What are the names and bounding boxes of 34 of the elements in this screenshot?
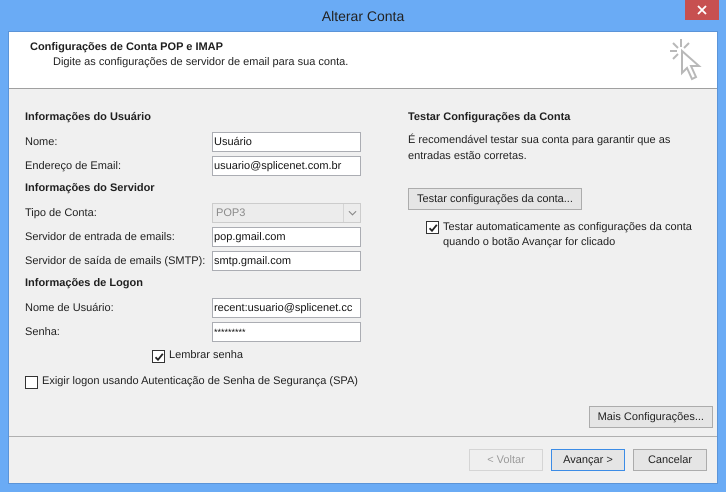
page-subtitle: Digite as configurações de servidor de email para sua conta. [52, 56, 348, 68]
field-label: Nome: [25, 136, 58, 148]
page-title: Configurações de Conta POP e IMAP [30, 41, 224, 53]
checkbox-label: Lembrar senha [169, 349, 243, 361]
close-icon [697, 5, 707, 15]
dialog-button[interactable]: Avançar > [551, 449, 625, 471]
field-label: Servidor de entrada de emails: [25, 231, 176, 243]
more-settings-button[interactable]: Mais Configurações... [588, 406, 713, 428]
checkbox-label: Testar automaticamente as configurações da conta quando o botão Avançar for clicado [443, 220, 693, 250]
section-heading: Testar Configurações da Conta [408, 110, 572, 125]
test-settings-button[interactable]: Testar configurações da conta... [408, 188, 582, 210]
chevron-down-icon [348, 210, 356, 216]
checkbox[interactable] [426, 221, 439, 234]
dialog-button[interactable]: Cancelar [633, 449, 707, 471]
input-field[interactable]: recent:usuario@splicenet.cc [212, 298, 361, 318]
password-field[interactable]: ********* [212, 322, 361, 342]
section-heading: Informações de Logon [25, 276, 144, 291]
window-title: Alterar Conta [322, 8, 404, 24]
checkbox[interactable] [25, 376, 38, 389]
close-button[interactable] [685, 0, 719, 20]
input-field[interactable]: pop.gmail.com [212, 227, 361, 247]
input-field[interactable]: smtp.gmail.com [212, 251, 361, 271]
description-text: É recomendável testar sua conta para garantir que as entradas estão corretas. [408, 132, 672, 164]
section-heading: Informações do Servidor [25, 181, 156, 196]
section-heading: Informações do Usuário [25, 110, 152, 125]
input-field[interactable]: Usuário [212, 132, 361, 152]
field-label: Tipo de Conta: [25, 207, 98, 219]
checkbox-label: Exigir logon usando Autenticação de Senha de Segurança (SPA) [42, 375, 359, 387]
field-label: Senha: [25, 326, 61, 338]
field-label: Nome de Usuário: [25, 302, 115, 314]
field-label: Endereço de Email: [25, 160, 122, 172]
input-field[interactable]: usuario@splicenet.com.br [212, 156, 361, 176]
checkbox[interactable] [152, 350, 165, 363]
field-label: Servidor de saída de emails (SMTP): [25, 255, 206, 267]
